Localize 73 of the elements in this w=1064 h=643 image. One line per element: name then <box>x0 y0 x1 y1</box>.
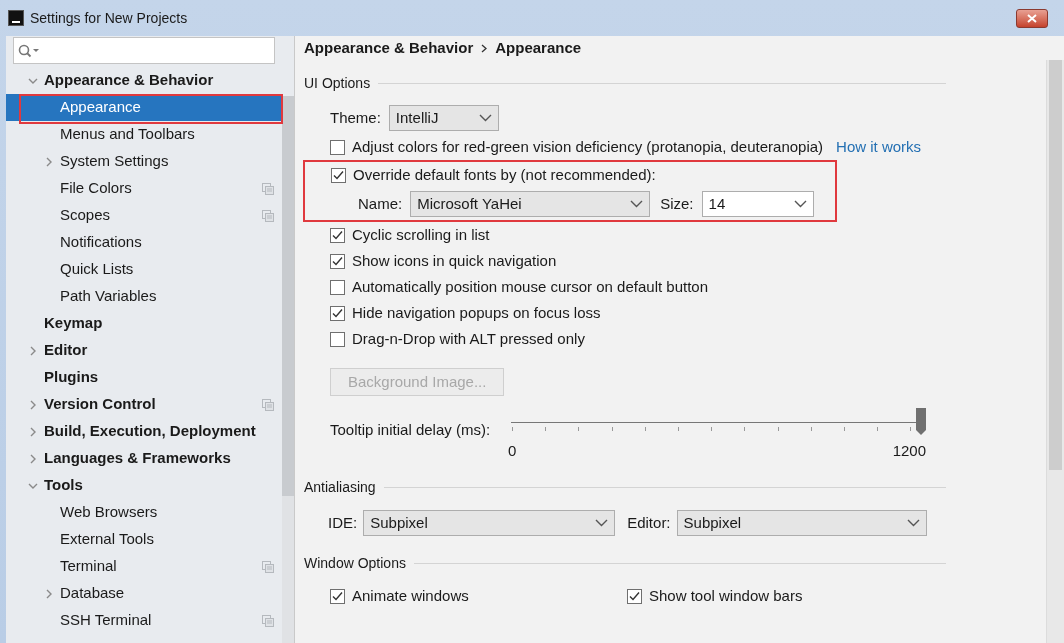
scrollbar[interactable] <box>282 96 294 643</box>
dropdown[interactable]: Subpixel <box>676 510 927 536</box>
checkbox[interactable] <box>330 227 345 243</box>
field-label: IDE: <box>328 512 358 533</box>
field-label: Editor: <box>627 512 671 533</box>
checkbox[interactable] <box>330 139 345 155</box>
checkbox[interactable] <box>330 331 345 347</box>
caret-icon <box>478 114 492 122</box>
breadcrumb-item[interactable]: Appearance & Behavior <box>304 36 474 60</box>
tree-item[interactable]: Keymap <box>6 310 282 337</box>
checkbox[interactable] <box>330 279 345 295</box>
slider-thumb[interactable] <box>916 408 927 436</box>
caret-icon <box>630 200 644 208</box>
window-title: Settings for New Projects <box>30 8 188 28</box>
checkbox-label: Show icons in quick navigation <box>352 250 557 271</box>
search-icon <box>18 43 40 58</box>
tree-item[interactable]: Plugins <box>6 364 282 391</box>
caret-icon <box>595 519 609 527</box>
tree-item[interactable]: Scopes <box>6 202 282 229</box>
checkbox-label: Cyclic scrolling in list <box>352 224 490 245</box>
section-title: Antialiasing <box>304 477 376 497</box>
close-icon <box>1027 13 1037 23</box>
checkbox[interactable] <box>627 588 642 604</box>
scrollbar[interactable] <box>1046 60 1064 643</box>
dropdown[interactable]: Microsoft YaHei <box>410 191 651 217</box>
section-title: UI Options <box>304 73 371 93</box>
breadcrumb-item[interactable]: Appearance <box>495 36 582 60</box>
checkbox-label: Hide navigation popups on focus loss <box>352 302 601 323</box>
slider-min-label: 0 <box>508 441 517 461</box>
dropdown[interactable]: IntelliJ <box>388 105 499 131</box>
slider-label: Tooltip initial delay (ms): <box>330 420 491 440</box>
tree-item[interactable]: SSH Terminal <box>6 607 282 634</box>
tree-item[interactable]: Version Control <box>6 391 282 418</box>
dropdown[interactable]: Subpixel <box>363 510 616 536</box>
tree-item[interactable]: File Colors <box>6 175 282 202</box>
caret-icon <box>906 519 920 527</box>
tree-item[interactable]: Languages & Frameworks <box>6 445 282 472</box>
field-label: Size: <box>660 193 694 214</box>
tree-item[interactable]: Appearance & Behavior <box>6 67 282 94</box>
caret-icon <box>793 200 807 208</box>
tree-item[interactable]: Notifications <box>6 229 282 256</box>
checkbox[interactable] <box>330 588 345 604</box>
tree-item[interactable]: System Settings <box>6 148 282 175</box>
search-field[interactable] <box>13 37 275 64</box>
tree-item[interactable]: Path Variables <box>6 283 282 310</box>
checkbox-label: Override default fonts by (not recommended): <box>353 164 656 185</box>
checkbox[interactable] <box>330 253 345 269</box>
tree-item[interactable]: Web Browsers <box>6 499 282 526</box>
checkbox-label: Automatically position mouse cursor on default button <box>352 276 709 297</box>
checkbox[interactable] <box>330 305 345 321</box>
checkbox-label: Drag-n-Drop with ALT pressed only <box>352 328 585 349</box>
dropdown[interactable]: 14 <box>701 191 814 217</box>
how-it-works-link[interactable]: How it works <box>836 135 922 159</box>
field-label: Theme: <box>330 107 381 128</box>
tree-item[interactable]: Menus and Toolbars <box>6 121 282 148</box>
tree-item[interactable]: Build, Execution, Deployment <box>6 418 282 445</box>
checkbox-label: Adjust colors for red-green vision deficiency (protanopia, deuteranopia) <box>352 136 824 157</box>
tree-item[interactable]: Appearance <box>6 94 282 121</box>
tree-item[interactable]: Editor <box>6 337 282 364</box>
breadcrumb-separator-icon <box>481 43 488 53</box>
section-title: Window Options <box>304 553 406 573</box>
tree-item[interactable]: Database <box>6 580 282 607</box>
checkbox-label: Animate windows <box>352 585 469 606</box>
tree-item[interactable]: Quick Lists <box>6 256 282 283</box>
close-button[interactable] <box>1016 8 1048 28</box>
field-label: Name: <box>358 193 403 214</box>
checkbox-label: Show tool window bars <box>649 585 803 606</box>
tree-item[interactable]: Terminal <box>6 553 282 580</box>
app-logo-icon <box>8 10 24 26</box>
checkbox[interactable] <box>331 167 346 183</box>
slider-max-label: 1200 <box>892 441 927 461</box>
tree-item[interactable]: Tools <box>6 472 282 499</box>
tree-item[interactable]: External Tools <box>6 526 282 553</box>
